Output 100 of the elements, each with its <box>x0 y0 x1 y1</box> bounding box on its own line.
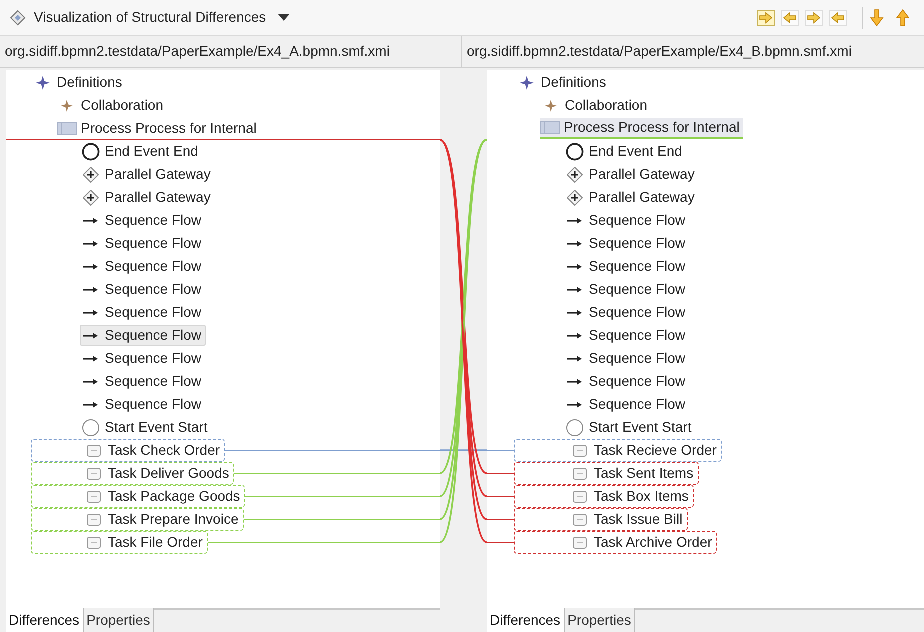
arrow-icon <box>805 10 823 26</box>
arrow-icon <box>829 10 847 26</box>
tree-item[interactable]: Task Recieve Order <box>569 440 721 461</box>
arrow-icon <box>567 332 583 340</box>
star-icon <box>545 100 557 112</box>
tree-item[interactable]: Sequence Flow <box>564 279 690 300</box>
tree-item[interactable]: Sequence Flow <box>564 371 690 392</box>
star-icon <box>520 76 534 90</box>
task-icon <box>87 490 101 502</box>
tree-item[interactable]: Process Process for Internal <box>540 118 743 139</box>
tree-item[interactable]: Task Deliver Goods <box>83 463 234 484</box>
tree-item[interactable]: Parallel Gateway <box>564 187 699 208</box>
tree-item[interactable]: End Event End <box>80 141 202 162</box>
tree-item[interactable]: Task Prepare Invoice <box>83 509 243 530</box>
tree-item[interactable]: Sequence Flow <box>564 256 690 277</box>
next-button[interactable] <box>862 6 884 28</box>
gateway-icon <box>83 166 99 182</box>
view-icon <box>10 10 26 26</box>
tree-item[interactable]: Sequence Flow <box>564 302 690 323</box>
task-icon <box>87 514 101 526</box>
tree-item[interactable]: Task Archive Order <box>569 532 716 553</box>
tree-item[interactable]: End Event End <box>564 141 686 162</box>
arrow-icon <box>83 286 99 294</box>
tree-item[interactable]: Process Process for Internal <box>56 118 261 139</box>
tree-item[interactable]: Sequence Flow <box>80 348 206 369</box>
arrow-icon <box>781 10 799 26</box>
tab[interactable]: Properties <box>564 608 636 632</box>
tree-item[interactable]: Task Sent Items <box>569 463 698 484</box>
arrow-icon <box>567 354 583 362</box>
circle-icon <box>566 418 584 436</box>
circle-icon <box>82 142 100 160</box>
task-icon <box>87 536 101 548</box>
tree-item[interactable]: Task Package Goods <box>83 486 244 507</box>
pool-icon <box>57 122 77 135</box>
arrow-icon <box>757 10 775 26</box>
model-path: org.sidiff.bpmn2.testdata/PaperExample/Ex4_A.bpmn.smf.xmi <box>0 36 462 68</box>
pool-icon <box>540 121 560 134</box>
model-path: org.sidiff.bpmn2.testdata/PaperExample/Ex4_B.bpmn.smf.xmi <box>462 36 924 68</box>
tree-item[interactable]: Sequence Flow <box>80 256 206 277</box>
arrow-icon <box>83 216 99 224</box>
tree-item[interactable]: Definitions <box>516 72 610 93</box>
view-title: Visualization of Structural Differences <box>34 8 266 27</box>
arrow-icon <box>567 400 583 408</box>
arrow-icon <box>83 262 99 270</box>
task-icon <box>573 468 587 480</box>
tree-item[interactable]: Start Event Start <box>564 417 696 438</box>
tree-item[interactable]: Sequence Flow <box>564 325 690 346</box>
up-arrow-icon <box>896 8 910 26</box>
tab[interactable]: Differences <box>6 608 84 632</box>
tree-item[interactable]: Sequence Flow <box>80 302 206 323</box>
tree-item[interactable]: Sequence Flow <box>564 348 690 369</box>
circle-icon <box>82 418 100 436</box>
arrow-icon <box>567 240 583 248</box>
task-icon <box>573 444 587 456</box>
arrow-icon <box>567 286 583 294</box>
tree-item[interactable]: Sequence Flow <box>80 233 206 254</box>
tree-item[interactable]: Task Box Items <box>569 486 693 507</box>
gateway-icon <box>567 190 583 206</box>
task-icon <box>573 490 587 502</box>
arrow-icon <box>567 378 583 386</box>
arrow-icon <box>83 354 99 362</box>
down-arrow-icon <box>870 8 884 26</box>
arrow-icon <box>83 332 99 340</box>
tree-item[interactable]: Sequence Flow <box>80 210 206 231</box>
arrow-icon <box>83 378 99 386</box>
task-icon <box>573 514 587 526</box>
tree-item[interactable]: Start Event Start <box>80 417 212 438</box>
tree-item[interactable]: Sequence Flow <box>564 233 690 254</box>
tab[interactable]: Differences <box>487 608 565 632</box>
tree-item[interactable]: Sequence Flow <box>80 394 206 415</box>
tree-item[interactable]: Parallel Gateway <box>80 164 215 185</box>
gateway-icon <box>83 190 99 206</box>
tree-item[interactable]: Collaboration <box>540 95 652 116</box>
tree-item[interactable]: Sequence Flow <box>564 210 690 231</box>
arrow-icon <box>567 308 583 316</box>
arrow-icon <box>83 240 99 248</box>
tree-item[interactable]: Definitions <box>32 72 126 93</box>
tree-item[interactable]: Sequence Flow <box>80 279 206 300</box>
tab[interactable]: Properties <box>84 608 154 632</box>
tree-item[interactable]: Task Check Order <box>83 440 224 461</box>
star-icon <box>61 100 73 112</box>
tree-item[interactable]: Parallel Gateway <box>564 164 699 185</box>
tree-item[interactable]: Sequence Flow <box>564 394 690 415</box>
task-icon <box>573 536 587 548</box>
star-icon <box>36 76 50 90</box>
circle-icon <box>566 142 584 160</box>
dropdown-icon[interactable] <box>278 14 290 22</box>
arrow-icon <box>83 400 99 408</box>
gateway-icon <box>567 166 583 182</box>
arrow-icon <box>83 308 99 316</box>
tree-item[interactable]: Sequence Flow <box>80 371 206 392</box>
tree-item[interactable]: Collaboration <box>56 95 168 116</box>
tree-item[interactable]: Task Issue Bill <box>569 509 687 530</box>
tree-item[interactable]: Parallel Gateway <box>80 187 215 208</box>
arrow-icon <box>567 216 583 224</box>
task-icon <box>87 444 101 456</box>
arrow-icon <box>567 262 583 270</box>
task-icon <box>87 468 101 480</box>
tree-item[interactable]: Task File Order <box>83 532 207 553</box>
tree-item[interactable]: Sequence Flow <box>80 325 206 346</box>
